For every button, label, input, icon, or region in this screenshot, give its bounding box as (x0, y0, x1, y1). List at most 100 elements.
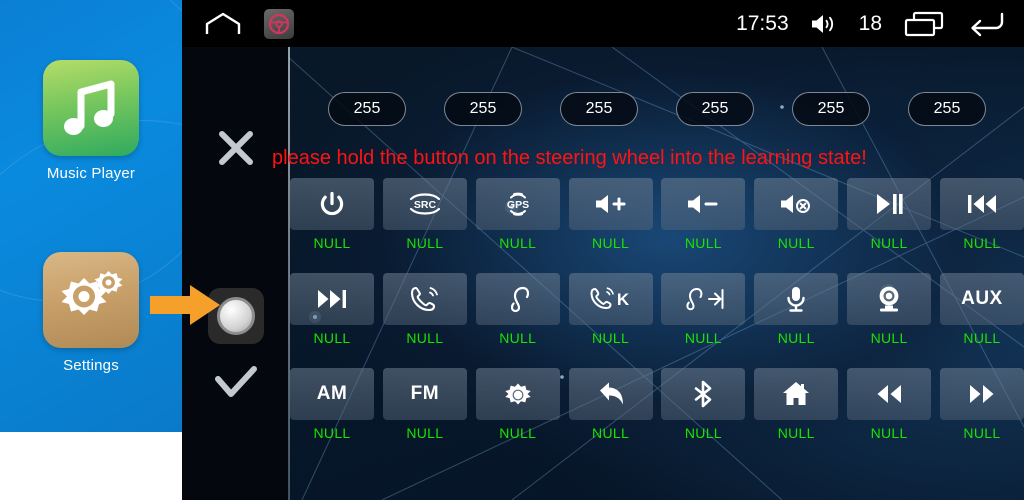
function-cell-previous-track[interactable]: NULL (939, 178, 1024, 256)
band-fm-button[interactable]: FM (382, 368, 467, 420)
previous-track-button[interactable] (939, 178, 1024, 230)
value-pill[interactable]: 255 (560, 92, 638, 126)
volume-speaker-icon (811, 14, 833, 33)
aux-button[interactable]: AUX (939, 273, 1024, 325)
end-call-button[interactable] (661, 273, 746, 325)
hang-up-button[interactable] (475, 273, 560, 325)
power-icon (320, 191, 344, 216)
back-arrow-icon[interactable] (966, 11, 1006, 37)
function-cell-back[interactable]: NULL (568, 368, 653, 446)
function-cell-play-pause[interactable]: NULL (847, 178, 932, 256)
band-am-button[interactable]: AM (290, 368, 374, 420)
function-status: NULL (406, 425, 444, 441)
fast-forward-icon (969, 385, 994, 403)
next-track-button[interactable] (290, 273, 374, 325)
function-status: NULL (592, 330, 630, 346)
value-pill[interactable]: 255 (792, 92, 870, 126)
back-curved-arrow-icon (599, 382, 623, 405)
microphone-icon (787, 287, 805, 312)
bluetooth-button[interactable] (661, 368, 746, 420)
mute-button[interactable] (754, 178, 839, 230)
back-button[interactable] (568, 368, 653, 420)
head-unit-app-panel: 255 255 255 255 255 255 please hold the … (182, 0, 1024, 500)
function-cell-call-key[interactable]: K NULL (568, 273, 653, 351)
function-cell-end-call[interactable]: NULL (661, 273, 746, 351)
value-pill[interactable]: 255 (908, 92, 986, 126)
brightness-button[interactable] (475, 368, 560, 420)
value-pill[interactable]: 255 (328, 92, 406, 126)
volume-down-button[interactable] (661, 178, 746, 230)
home-button[interactable] (754, 368, 839, 420)
function-cell-source[interactable]: SRC NULL (382, 178, 467, 256)
function-cell-band-fm[interactable]: FM NULL (382, 368, 467, 446)
home-filled-icon (783, 382, 810, 405)
function-status: NULL (406, 330, 444, 346)
confirm-button[interactable] (182, 355, 289, 411)
answer-call-button[interactable] (382, 273, 467, 325)
function-row: AM NULL FM NULL NULL NULL NULL NULL NULL… (290, 368, 1024, 446)
function-cell-volume-down[interactable]: NULL (661, 178, 746, 256)
steering-wheel-icon[interactable] (264, 8, 294, 39)
gears-icon[interactable] (43, 252, 139, 348)
voice-mic-button[interactable] (754, 273, 839, 325)
previous-track-icon (967, 195, 996, 213)
sidebar-item-music-player[interactable]: Music Player (0, 60, 182, 182)
function-cell-next-track[interactable]: NULL (290, 273, 374, 351)
function-status: NULL (870, 425, 908, 441)
function-cell-brightness[interactable]: NULL (475, 368, 560, 446)
function-status: NULL (313, 425, 351, 441)
svg-text:GPS: GPS (507, 199, 529, 211)
power-button[interactable] (290, 178, 374, 230)
volume-up-button[interactable] (568, 178, 653, 230)
function-status: NULL (313, 330, 351, 346)
check-mark-icon (214, 366, 257, 397)
function-cell-home[interactable]: NULL (754, 368, 839, 446)
source-button[interactable]: SRC (382, 178, 467, 230)
function-row: NULL SRC NULL GPS NULL NULL NULL NULL NU… (290, 178, 1024, 256)
value-pill[interactable]: 255 (444, 92, 522, 126)
function-cell-fast-forward[interactable]: NULL (939, 368, 1024, 446)
function-cell-answer-call[interactable]: NULL (382, 273, 467, 351)
function-status: NULL (684, 235, 722, 251)
function-status: NULL (684, 330, 722, 346)
status-bar-left (204, 0, 294, 47)
play-pause-button[interactable] (847, 178, 932, 230)
function-cell-voice-mic[interactable]: NULL (754, 273, 839, 351)
rotary-knob-icon[interactable] (216, 297, 255, 335)
clock: 17:53 (736, 12, 789, 35)
function-cell-volume-up[interactable]: NULL (568, 178, 653, 256)
rewind-button[interactable] (847, 368, 932, 420)
camera-button[interactable] (847, 273, 932, 325)
value-pill[interactable]: 255 (676, 92, 754, 126)
function-status: NULL (870, 330, 908, 346)
gears-icon-glyph (61, 271, 123, 315)
function-cell-bluetooth[interactable]: NULL (661, 368, 746, 446)
function-status: NULL (313, 235, 351, 251)
android-status-bar: 17:53 18 (182, 0, 1024, 47)
function-status: NULL (499, 425, 537, 441)
function-cell-mute[interactable]: NULL (754, 178, 839, 256)
function-cell-aux[interactable]: AUX NULL (939, 273, 1024, 351)
function-cell-hang-up[interactable]: NULL (475, 273, 560, 351)
steering-wheel-glyph (268, 13, 290, 34)
function-status: NULL (777, 330, 815, 346)
screen-root: Music Player Settings 255 255 255 255 25… (0, 0, 1024, 500)
phone-answer-icon (410, 286, 438, 312)
recents-windows-icon[interactable] (904, 11, 944, 37)
mute-icon (781, 195, 811, 213)
gps-button[interactable]: GPS (475, 178, 560, 230)
volume-down-icon (688, 195, 718, 213)
svg-text:SRC: SRC (414, 199, 437, 211)
function-cell-rewind[interactable]: NULL (847, 368, 932, 446)
function-cell-band-am[interactable]: AM NULL (290, 368, 374, 446)
music-note-icon[interactable] (43, 60, 139, 156)
brightness-gear-icon (504, 383, 531, 405)
call-key-button[interactable]: K (568, 273, 653, 325)
home-outline-icon[interactable] (204, 12, 242, 36)
function-cell-camera[interactable]: NULL (847, 273, 932, 351)
sidebar-item-label: Music Player (46, 165, 136, 182)
function-cell-power[interactable]: NULL (290, 178, 374, 256)
function-cell-gps[interactable]: GPS NULL (475, 178, 560, 256)
fast-forward-button[interactable] (939, 368, 1024, 420)
aux-icon: AUX (961, 288, 1003, 309)
